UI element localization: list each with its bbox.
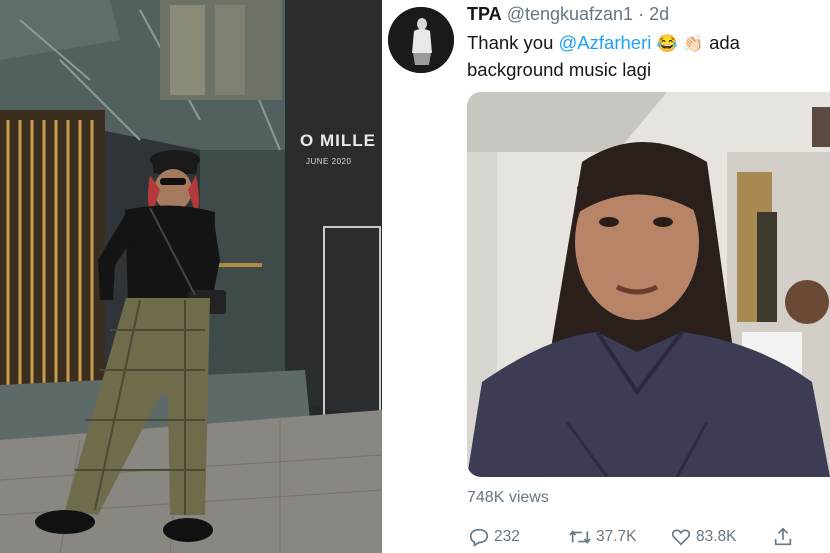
- laughing-emoji: 😂: [656, 34, 678, 53]
- like-icon: [671, 529, 691, 546]
- mention-link[interactable]: @Azfarheri: [559, 32, 652, 53]
- like-count: 83.8K: [696, 528, 737, 545]
- street-photo: O MILLE JUNE 2020: [0, 0, 382, 553]
- reply-count: 232: [494, 528, 520, 545]
- tweet-actions: 232 37.7K 83.8K: [466, 526, 830, 552]
- retweet-button[interactable]: 37.7K: [568, 526, 637, 548]
- user-handle[interactable]: @tengkuafzan1: [507, 4, 633, 24]
- avatar-image: [388, 7, 454, 73]
- retweet-count: 37.7K: [596, 528, 637, 545]
- store-sign: O MILLE: [300, 131, 376, 150]
- retweet-icon: [569, 530, 591, 544]
- like-button[interactable]: 83.8K: [670, 526, 737, 548]
- separator-dot: ·: [638, 4, 645, 24]
- tweet-age[interactable]: 2d: [649, 4, 669, 24]
- tweet-header: TPA @tengkuafzan1 · 2d: [467, 4, 669, 25]
- share-icon: [774, 527, 792, 546]
- reply-icon: [469, 528, 489, 547]
- tweet-text-start: Thank you: [467, 32, 559, 53]
- avatar[interactable]: [388, 7, 454, 73]
- tweet-text: Thank you @Azfarheri 😂 👏🏻 ada background…: [467, 30, 827, 83]
- tweet-video[interactable]: [467, 92, 830, 477]
- street-photo-art: [0, 0, 382, 553]
- video-frame: [467, 92, 830, 477]
- view-count: 748K views: [467, 489, 549, 506]
- tweet-card: TPA @tengkuafzan1 · 2d Thank you @Azfarh…: [386, 0, 830, 553]
- store-date: JUNE 2020: [306, 157, 352, 166]
- clapping-emoji: 👏🏻: [682, 34, 704, 53]
- reply-button[interactable]: 232: [468, 526, 520, 548]
- share-button[interactable]: [772, 526, 794, 548]
- display-name[interactable]: TPA: [467, 4, 502, 24]
